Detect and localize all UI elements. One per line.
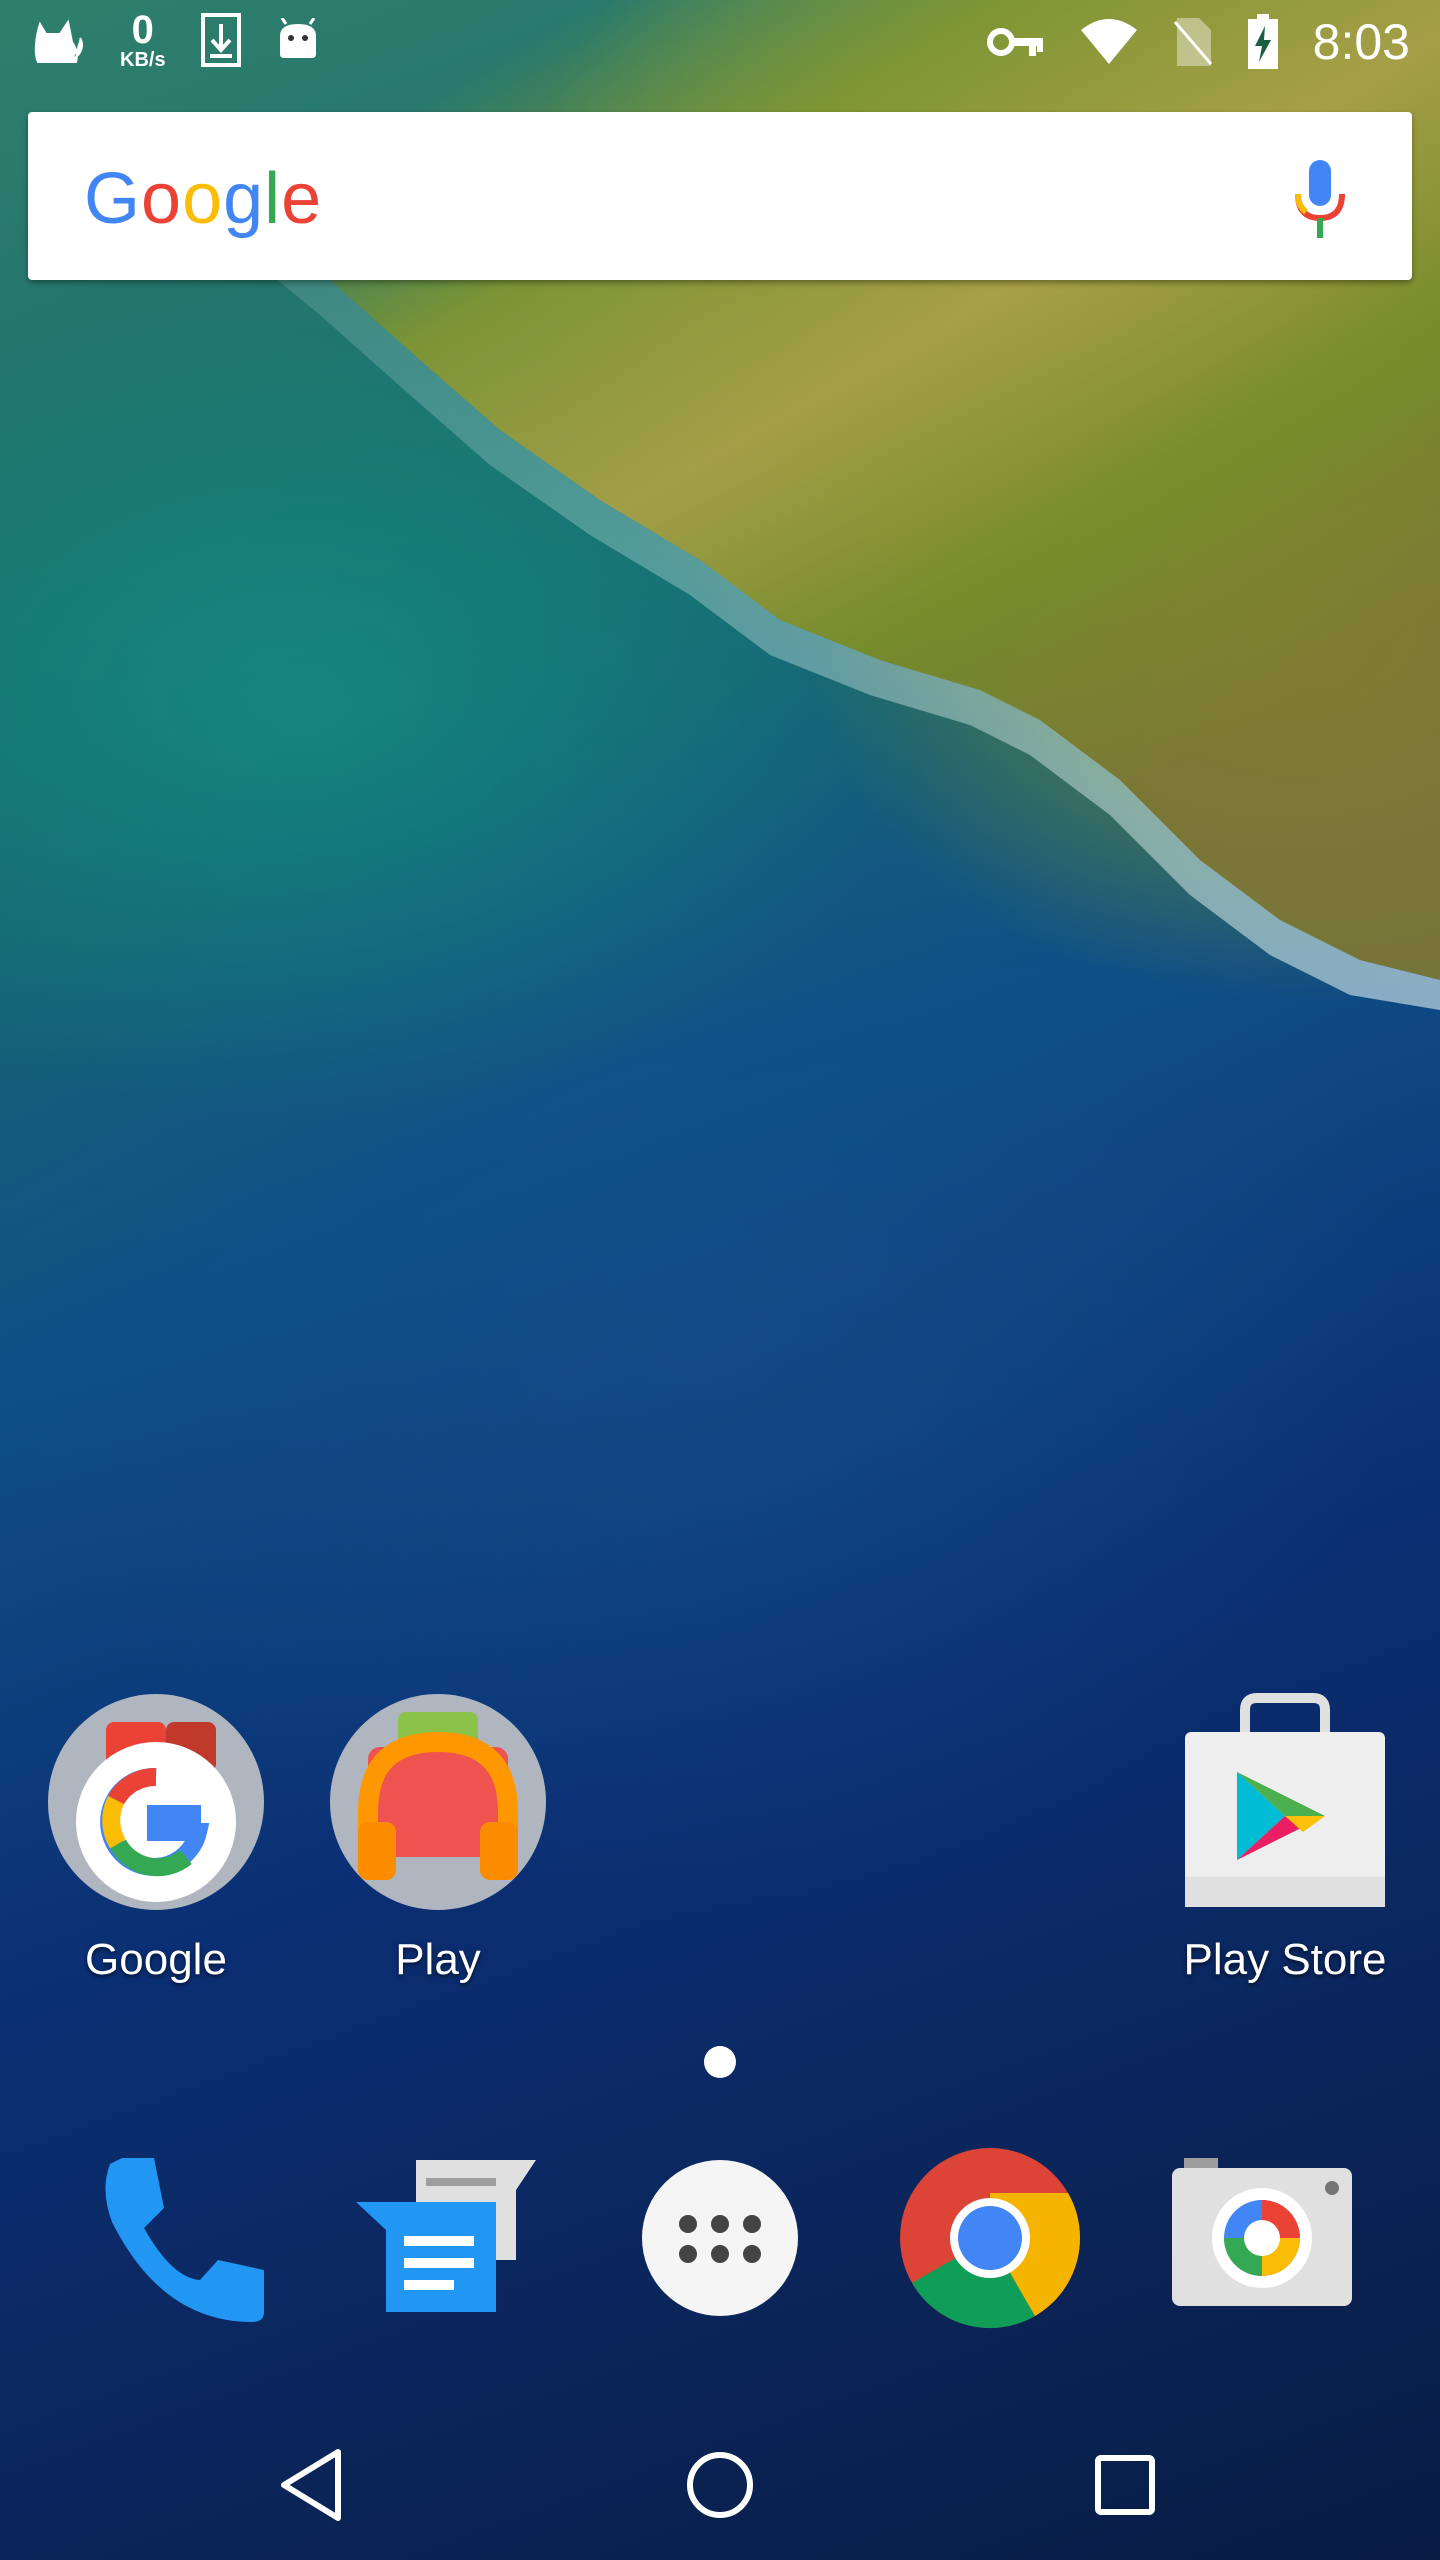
google-folder[interactable]: Google bbox=[46, 1692, 266, 1985]
app-drawer-icon[interactable] bbox=[640, 2158, 800, 2318]
status-bar: 0 KB/s 8:03 bbox=[0, 0, 1440, 84]
wifi-icon bbox=[1080, 19, 1137, 64]
back-icon[interactable] bbox=[270, 2440, 360, 2530]
messages-icon[interactable] bbox=[356, 2150, 546, 2320]
recents-icon[interactable] bbox=[1080, 2440, 1170, 2530]
google-search-bar[interactable]: Google bbox=[28, 112, 1412, 280]
status-bar-left: 0 KB/s bbox=[30, 10, 320, 70]
android-icon bbox=[279, 18, 316, 58]
no-sim-icon bbox=[1173, 18, 1212, 66]
page-indicator-dot bbox=[704, 2046, 736, 2078]
logo-letter: g bbox=[223, 159, 265, 239]
net-speed: 0 KB/s bbox=[120, 10, 166, 70]
app-label: Play bbox=[395, 1935, 481, 1984]
play-folder[interactable]: Play bbox=[328, 1692, 548, 1985]
navigation-bar bbox=[0, 2400, 1440, 2560]
phone-icon[interactable] bbox=[92, 2150, 272, 2330]
download-icon bbox=[200, 13, 241, 67]
logo-letter: e bbox=[281, 159, 323, 239]
app-label: Play Store bbox=[1183, 1935, 1387, 1984]
play-store-app[interactable]: Play Store bbox=[1160, 1692, 1410, 1985]
logo-letter: l bbox=[264, 159, 282, 239]
vpn-key-icon bbox=[986, 28, 1043, 56]
app-label: Google bbox=[85, 1935, 227, 1984]
google-folder-icon bbox=[48, 1694, 264, 1910]
google-logo: Google bbox=[84, 158, 322, 240]
cat-notification-icon bbox=[34, 19, 83, 63]
home-icon[interactable] bbox=[675, 2440, 765, 2530]
logo-letter: o bbox=[141, 159, 183, 239]
camera-icon[interactable] bbox=[1170, 2158, 1354, 2308]
mic-icon[interactable] bbox=[1290, 160, 1350, 240]
clock: 8:03 bbox=[1312, 14, 1410, 70]
logo-letter: G bbox=[84, 159, 142, 239]
net-speed-unit: KB/s bbox=[120, 49, 166, 71]
status-bar-right: 8:03 bbox=[986, 10, 1410, 74]
play-store-icon bbox=[1185, 1693, 1385, 1907]
battery-charging-icon bbox=[1247, 14, 1278, 69]
chrome-icon[interactable] bbox=[898, 2146, 1082, 2330]
net-speed-value: 0 bbox=[131, 8, 154, 52]
play-music-folder-icon bbox=[330, 1694, 546, 1910]
logo-letter: o bbox=[182, 159, 224, 239]
